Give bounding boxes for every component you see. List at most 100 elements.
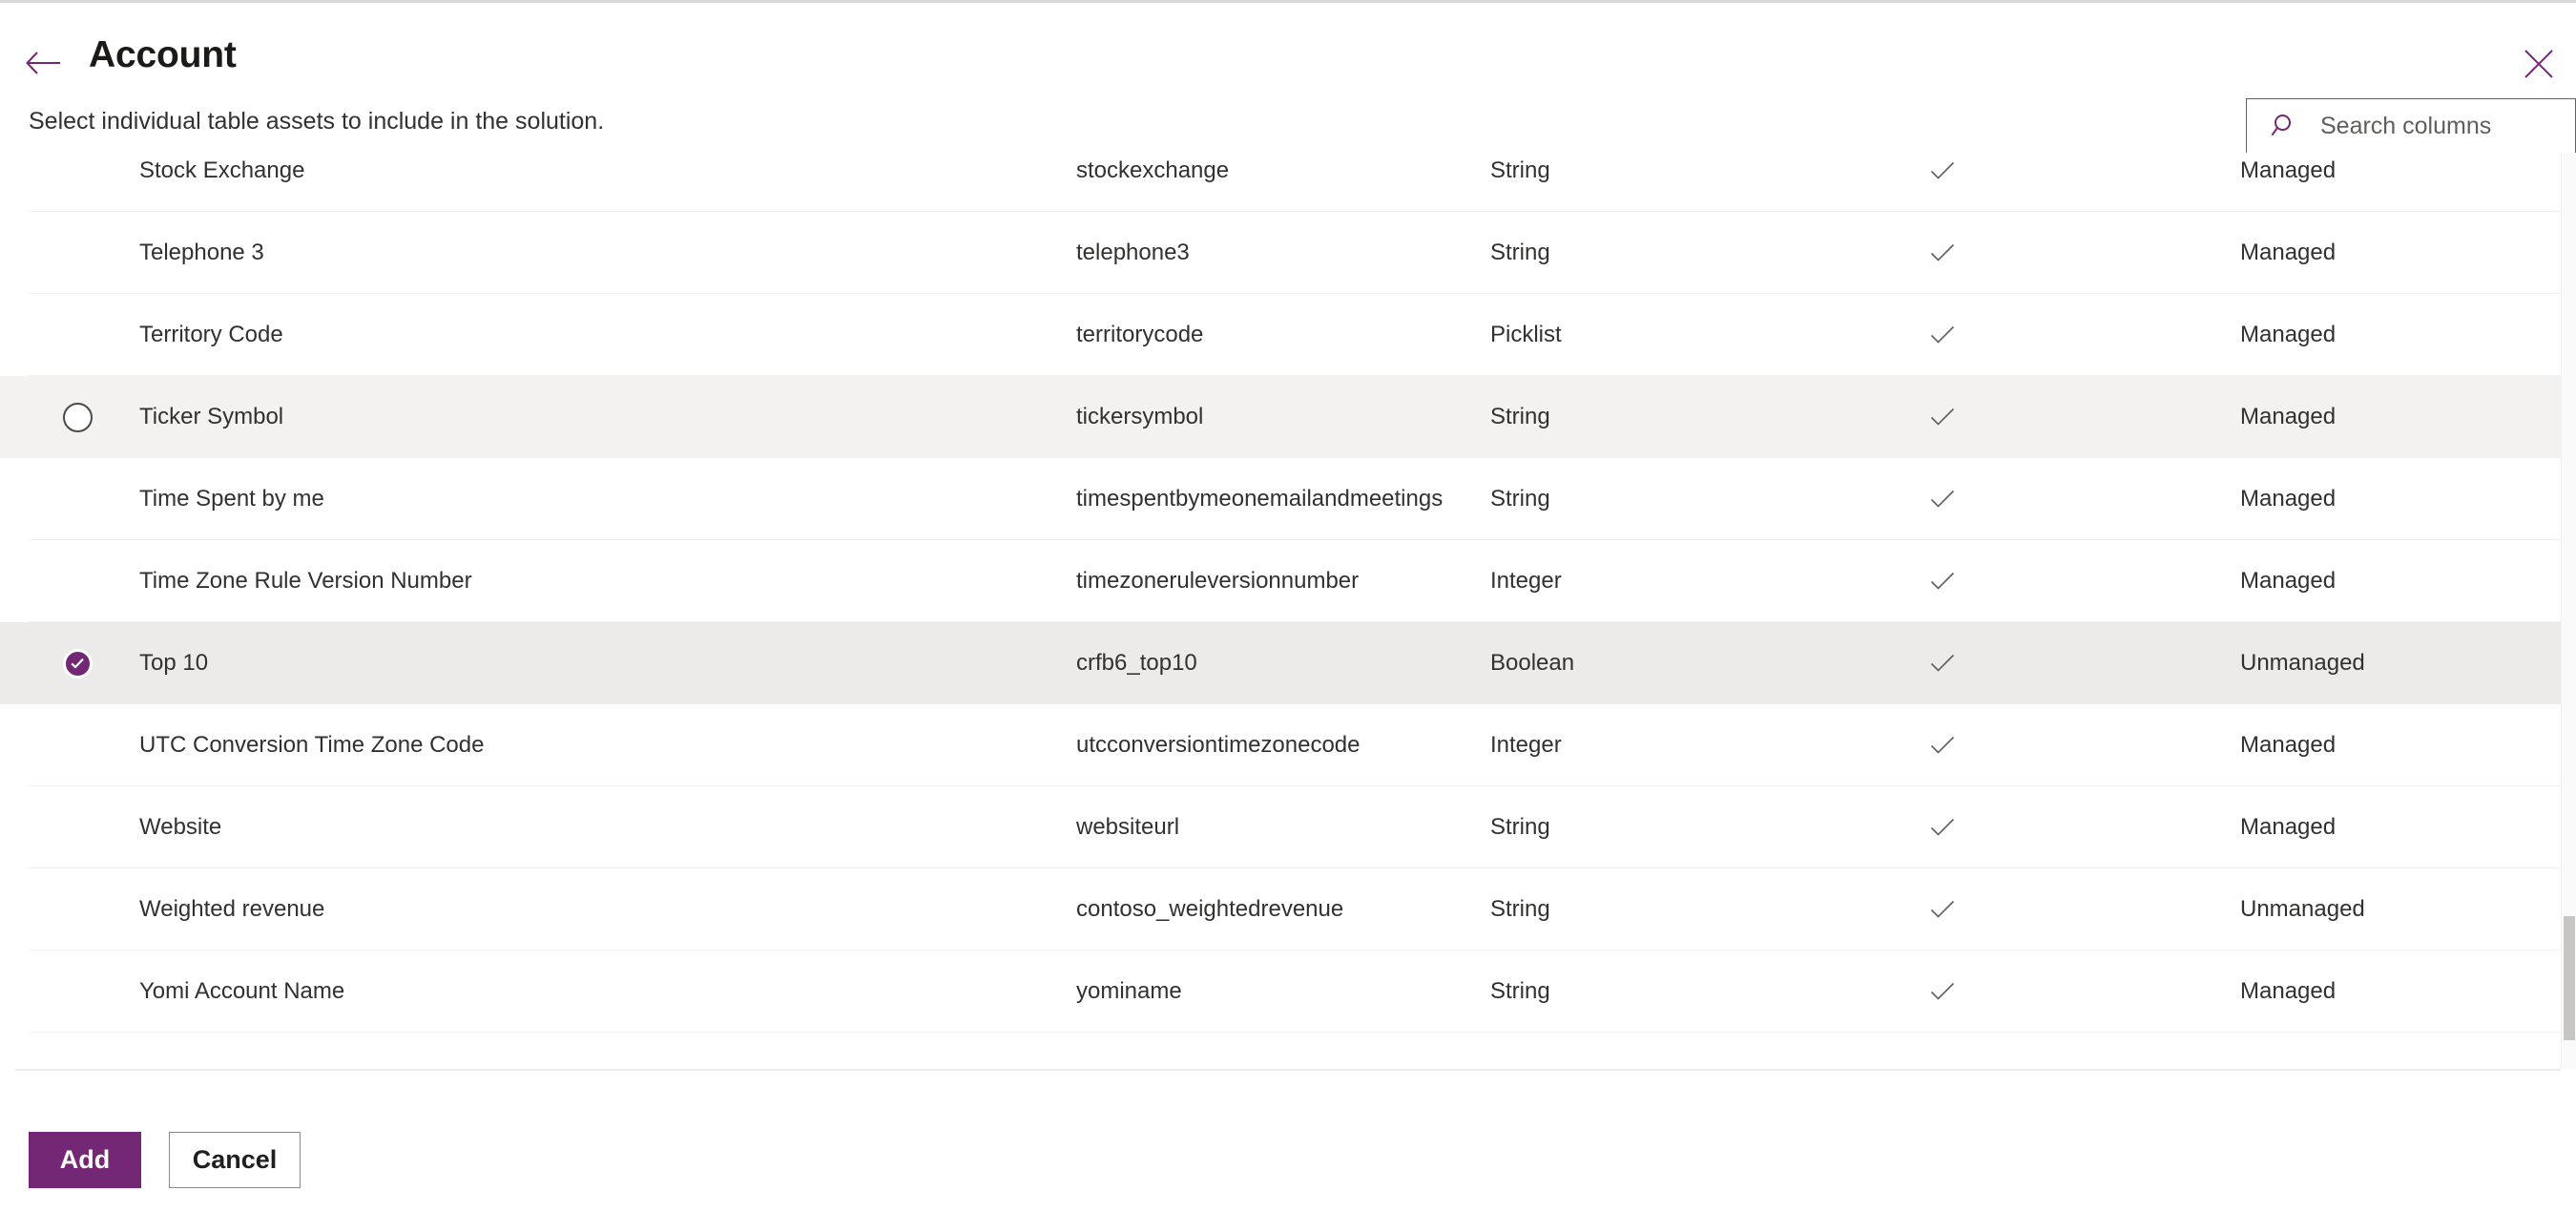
row-managed-state: Managed [2240,486,2337,512]
check-icon [1930,325,1955,344]
row-managed-state: Managed [2240,240,2337,265]
row-display-name: UTC Conversion Time Zone Code [139,732,485,758]
row-data-type: Boolean [1490,650,1575,676]
check-icon [1930,490,1955,508]
cancel-button[interactable]: Cancel [169,1132,301,1188]
row-select-cell[interactable] [53,868,101,951]
row-managed-state: Unmanaged [2240,650,2365,676]
row-logical-name: yominame [1076,978,1182,1004]
row-logical-name: utcconversiontimezonecode [1076,732,1361,758]
back-button[interactable] [21,41,65,85]
row-data-type: Integer [1490,732,1562,758]
row-display-name: Telephone 3 [139,240,264,265]
search-columns-box[interactable] [2246,98,2576,154]
row-managed-state: Managed [2240,978,2337,1004]
row-logical-name: tickersymbol [1076,404,1204,429]
row-display-name: Territory Code [139,322,283,347]
search-icon [2271,112,2299,140]
row-managed-state: Managed [2240,404,2337,429]
row-display-name: Time Zone Rule Version Number [139,568,472,594]
vertical-scrollbar-track[interactable] [2561,153,2576,1069]
row-data-type: Integer [1490,568,1562,594]
check-icon [1930,572,1955,590]
row-select-cell[interactable] [53,786,101,868]
row-logical-name: websiteurl [1076,814,1180,840]
row-logical-name: contoso_weightedrevenue [1076,896,1344,922]
table-row[interactable]: Territory Code territorycode Picklist Manag… [0,294,2561,376]
row-required-cell [1904,622,1981,704]
row-required-cell [1904,951,1981,1033]
check-icon [1930,736,1955,754]
columns-list-rows: Stock Exchange stockexchange String Managed… [0,153,2561,1033]
row-managed-state: Managed [2240,732,2337,758]
row-managed-state: Managed [2240,568,2337,594]
vertical-scrollbar-thumb[interactable] [2564,916,2575,1040]
search-input[interactable] [2318,111,2557,141]
table-row[interactable]: Telephone 3 telephone3 String Managed [0,212,2561,294]
table-row[interactable]: Top 10 crfb6_top10 Boolean Unmanaged [0,622,2561,704]
row-display-name: Weighted revenue [139,896,325,922]
row-data-type: String [1490,404,1550,429]
close-icon [2524,50,2553,78]
close-button[interactable] [2514,39,2564,89]
check-icon [1930,161,1955,179]
row-select-cell[interactable] [53,704,101,786]
row-display-name: Ticker Symbol [139,404,284,429]
panel-footer: Add Cancel [0,1071,2576,1212]
row-required-cell [1904,540,1981,622]
column-picker-panel: Account Select individual table assets t… [0,0,2576,1212]
table-row[interactable]: Yomi Account Name yominame String Managed [0,951,2561,1033]
row-display-name: Stock Exchange [139,157,305,183]
row-managed-state: Managed [2240,814,2337,840]
row-data-type: String [1490,486,1550,512]
row-required-cell [1904,786,1981,868]
row-data-type: Picklist [1490,322,1562,347]
check-icon [1930,982,1955,1000]
row-logical-name: timezoneruleversionnumber [1076,568,1360,594]
row-display-name: Website [139,814,222,840]
table-row[interactable]: Time Spent by me timespentbymeonemailandm… [0,458,2561,540]
columns-list: Stock Exchange stockexchange String Managed… [0,153,2576,1069]
row-required-cell [1904,376,1981,458]
check-icon [1930,900,1955,918]
arrow-left-icon [26,52,60,74]
table-row[interactable]: UTC Conversion Time Zone Code utcconversi… [0,704,2561,786]
check-icon [1930,818,1955,836]
row-required-cell [1904,458,1981,540]
row-select-cell[interactable] [53,294,101,376]
row-data-type: String [1490,240,1550,265]
row-select-cell[interactable] [53,376,101,458]
row-data-type: String [1490,814,1550,840]
row-select-cell[interactable] [53,458,101,540]
page-title: Account [89,34,237,75]
check-icon [1930,654,1955,672]
add-button[interactable]: Add [29,1132,141,1188]
row-required-cell [1904,704,1981,786]
row-required-cell [1904,868,1981,951]
row-logical-name: telephone3 [1076,240,1190,265]
panel-header: Account Select individual table assets t… [0,3,2576,154]
table-row[interactable]: Website websiteurl String Managed [0,786,2561,868]
row-select-cell[interactable] [53,540,101,622]
row-logical-name: crfb6_top10 [1076,650,1197,676]
checkbox-unchecked-icon[interactable] [62,402,93,432]
check-icon [1930,407,1955,426]
row-select-cell[interactable] [53,951,101,1033]
table-row[interactable]: Time Zone Rule Version Number timezonerul… [0,540,2561,622]
panel-subtitle: Select individual table assets to includ… [29,108,605,135]
table-row[interactable]: Stock Exchange stockexchange String Managed [0,153,2561,212]
row-display-name: Top 10 [139,650,209,676]
row-select-cell[interactable] [53,212,101,294]
row-managed-state: Unmanaged [2240,896,2365,922]
row-select-cell[interactable] [53,622,101,704]
row-managed-state: Managed [2240,322,2337,347]
checkbox-checked-icon[interactable] [62,648,93,679]
row-logical-name: timespentbymeonemailandmeetings [1076,486,1444,512]
check-icon [1930,243,1955,261]
row-select-cell[interactable] [53,153,101,212]
row-required-cell [1904,294,1981,376]
table-row[interactable]: Weighted revenue contoso_weightedrevenue S… [0,868,2561,951]
row-required-cell [1904,212,1981,294]
row-data-type: String [1490,896,1550,922]
table-row[interactable]: Ticker Symbol tickersymbol String Managed [0,376,2561,458]
